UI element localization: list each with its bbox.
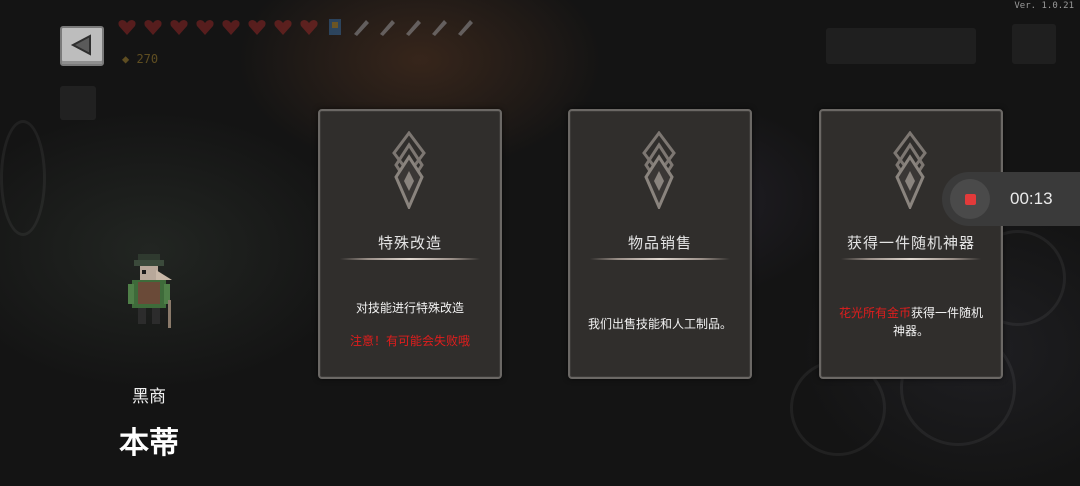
stop-record-icon — [965, 194, 976, 205]
version-label: Ver. 1.0.21 — [1014, 1, 1074, 11]
heart-icon — [144, 20, 162, 35]
merchant-sprite — [124, 250, 176, 334]
heart-icon — [248, 20, 266, 35]
card-random-artifact[interactable]: 获得一件随机神器 花光所有金币获得一件随机 神器。 — [819, 109, 1003, 379]
card-description: 我们出售技能和人工制品。 — [587, 317, 732, 331]
card-divider — [590, 258, 730, 260]
card-description: 花光所有金币获得一件随机 神器。 — [831, 304, 991, 340]
shield-shard-icon — [458, 20, 473, 36]
npc-name: 本蒂 — [119, 426, 179, 461]
card-warning: 注意！有可能会失败哦 — [349, 334, 470, 348]
shield-shard-icon — [406, 20, 421, 36]
shield-shard-icon — [354, 20, 369, 36]
card-title: 获得一件随机神器 — [846, 234, 975, 252]
pause-button[interactable] — [1012, 24, 1056, 64]
diamond-emblem-icon — [893, 131, 927, 209]
stop-record-button[interactable] — [950, 179, 990, 219]
joystick-ring — [0, 120, 46, 236]
diamond-emblem-icon — [392, 131, 426, 209]
card-cost-text: 花光所有金币 — [838, 306, 911, 320]
heart-icon — [196, 20, 214, 35]
minimap-button[interactable] — [60, 86, 96, 120]
mana-crystal-icon — [329, 19, 341, 35]
card-reward-text-line2: 神器。 — [892, 324, 929, 338]
diamond-emblem-icon — [642, 131, 676, 209]
back-button[interactable] — [60, 26, 104, 66]
heart-icon — [274, 20, 292, 35]
card-title: 特殊改造 — [377, 234, 442, 252]
npc-role: 黑商 — [132, 387, 166, 407]
shield-shard-icon — [432, 20, 447, 36]
card-description: 对技能进行特殊改造 — [355, 301, 464, 315]
coin-counter: ◆ 270 — [122, 52, 159, 66]
heart-icon — [222, 20, 240, 35]
card-title: 物品销售 — [627, 234, 692, 252]
card-divider — [841, 258, 981, 260]
screen-recording-widget: 00:13 — [942, 172, 1080, 226]
shield-shard-icon — [380, 20, 395, 36]
top-right-panel — [826, 28, 976, 64]
heart-icon — [300, 20, 318, 35]
health-bar — [116, 16, 476, 38]
back-arrow-icon — [70, 34, 91, 56]
heart-icon — [118, 20, 136, 35]
card-special-modification[interactable]: 特殊改造 对技能进行特殊改造 注意！有可能会失败哦 — [318, 109, 502, 379]
card-divider — [340, 258, 480, 260]
recording-timer: 00:13 — [1010, 189, 1053, 208]
card-item-sales[interactable]: 物品销售 我们出售技能和人工制品。 — [568, 109, 752, 379]
card-reward-text: 获得一件随机 — [911, 306, 984, 320]
heart-icon — [170, 20, 188, 35]
coin-value: 270 — [136, 52, 159, 66]
